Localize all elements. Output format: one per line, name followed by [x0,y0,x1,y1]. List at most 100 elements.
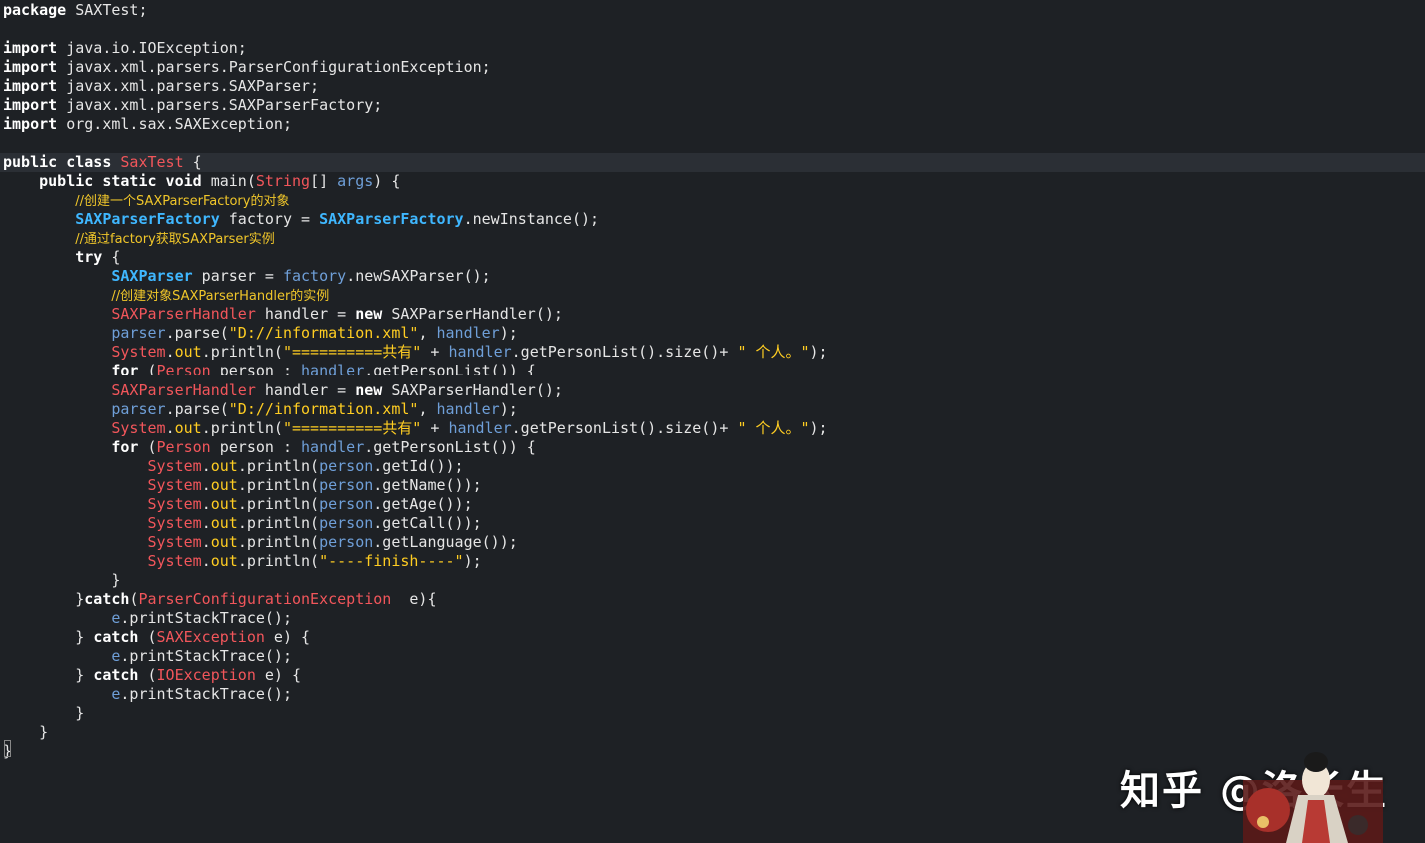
code-token: import [3,115,58,133]
code-line[interactable]: try { [3,248,120,267]
code-line[interactable]: } [3,571,120,590]
code-token: . [165,343,175,361]
code-token: person [319,514,374,532]
code-line[interactable]: SAXParserHandler handler = new SAXParser… [3,381,563,400]
code-token: System [147,495,202,513]
code-token: import [3,96,58,114]
code-line[interactable]: System.out.println(person.getId()); [3,457,464,476]
code-token: catch [93,628,139,646]
code-line[interactable]: System.out.println("==========共有" + hand… [3,343,827,362]
code-line[interactable]: } [3,704,84,723]
code-token: new [355,381,383,399]
code-token: System [111,419,166,437]
code-token: .newInstance(); [463,210,600,228]
code-line[interactable]: import java.io.IOException; [3,39,247,58]
code-line[interactable]: public class SaxTest { [3,153,202,172]
code-line[interactable]: } catch (IOException e) { [3,666,301,685]
code-token: ); [809,419,828,437]
code-token: package [3,1,67,19]
code-token: org.xml.sax.SAXException; [57,115,292,133]
code-editor[interactable]: package SAXTest; import java.io.IOExcepti… [0,0,1425,843]
code-token: .printStackTrace(); [120,647,292,665]
code-token: ( [138,628,157,646]
code-line[interactable]: e.printStackTrace(); [3,647,292,666]
code-token: SAXParserFactory [319,210,464,228]
code-token: handler [301,362,365,375]
code-line[interactable]: //创建对象SAXParserHandler的实例 [3,286,329,305]
code-line[interactable]: System.out.println("----finish----"); [3,552,482,571]
code-line[interactable]: }catch(ParserConfigurationException e){ [3,590,436,609]
code-token: , [418,324,437,342]
code-token: { [183,153,202,171]
code-token: } [3,571,121,589]
code-token: .getPersonList()) { [364,438,536,456]
code-token: .newSAXParser(); [346,267,491,285]
code-token: out [174,419,202,437]
code-token: .getPersonList().size()+ [511,419,738,437]
code-token: out [174,343,202,361]
code-token: catch [93,666,139,684]
code-token: handler [448,419,512,437]
code-token: .println( [237,457,320,475]
code-line[interactable]: import org.xml.sax.SAXException; [3,115,292,134]
code-token: import [3,77,58,95]
code-token: out [210,533,238,551]
code-line[interactable]: //创建一个SAXParserFactory的对象 [3,191,289,210]
code-line[interactable]: import javax.xml.parsers.SAXParserFactor… [3,96,382,115]
code-token: ); [499,324,518,342]
code-token: . [201,495,211,513]
code-line[interactable]: System.out.println(person.getCall()); [3,514,482,533]
code-line[interactable]: System.out.println(person.getAge()); [3,495,473,514]
code-token: .println( [237,533,320,551]
code-token: "D://information.xml" [228,324,419,342]
code-token: handler [436,324,500,342]
code-line[interactable]: SAXParser parser = factory.newSAXParser(… [3,267,491,286]
code-line[interactable]: System.out.println(person.getName()); [3,476,482,495]
code-token: . [165,419,175,437]
code-line[interactable]: parser.parse("D://information.xml", hand… [3,324,518,343]
code-token: .println( [237,514,320,532]
code-token: [] [310,172,338,190]
code-line[interactable]: System.out.println(person.getLanguage())… [3,533,518,552]
code-token: .printStackTrace(); [120,609,292,627]
code-token: Person [156,438,211,456]
code-line[interactable]: import javax.xml.parsers.SAXParser; [3,77,319,96]
code-token: "==========共有" [282,419,422,437]
code-line[interactable]: System.out.println("==========共有" + hand… [3,419,828,438]
watermark-avatar-icon [1243,752,1383,843]
code-token: ParserConfigurationException [138,590,392,608]
code-line[interactable]: } catch (SAXException e) { [3,628,310,647]
code-line[interactable]: import javax.xml.parsers.ParserConfigura… [3,58,491,77]
code-token: ) { [373,172,401,190]
code-line[interactable]: SAXParserFactory factory = SAXParserFact… [3,210,599,229]
code-token: Person [156,362,211,375]
code-token: SAXParserHandler(); [382,381,563,399]
code-token: System [147,457,202,475]
code-token: String [255,172,311,190]
code-line[interactable]: parser.parse("D://information.xml", hand… [3,400,517,419]
code-line[interactable]: public static void main(String[] args) { [3,172,400,191]
code-line[interactable]: e.printStackTrace(); [3,685,292,704]
code-line[interactable]: for (Person person : handler.getPersonLi… [3,362,535,375]
code-token: IOException [156,666,256,684]
code-token: factory [282,267,347,285]
code-token: SAXParserHandler(); [382,305,563,323]
code-line[interactable]: package SAXTest; [3,1,148,20]
code-token: System [147,533,202,551]
code-line[interactable]: SAXParserHandler handler = new SAXParser… [3,305,563,324]
code-token: main( [210,172,256,190]
code-token: "D://information.xml" [228,400,419,418]
code-token: person [319,476,374,494]
code-line[interactable]: e.printStackTrace(); [3,609,292,628]
code-line[interactable]: for (Person person : handler.getPersonLi… [3,438,536,457]
code-line[interactable]: //通过factory获取SAXParser实例 [3,229,275,248]
